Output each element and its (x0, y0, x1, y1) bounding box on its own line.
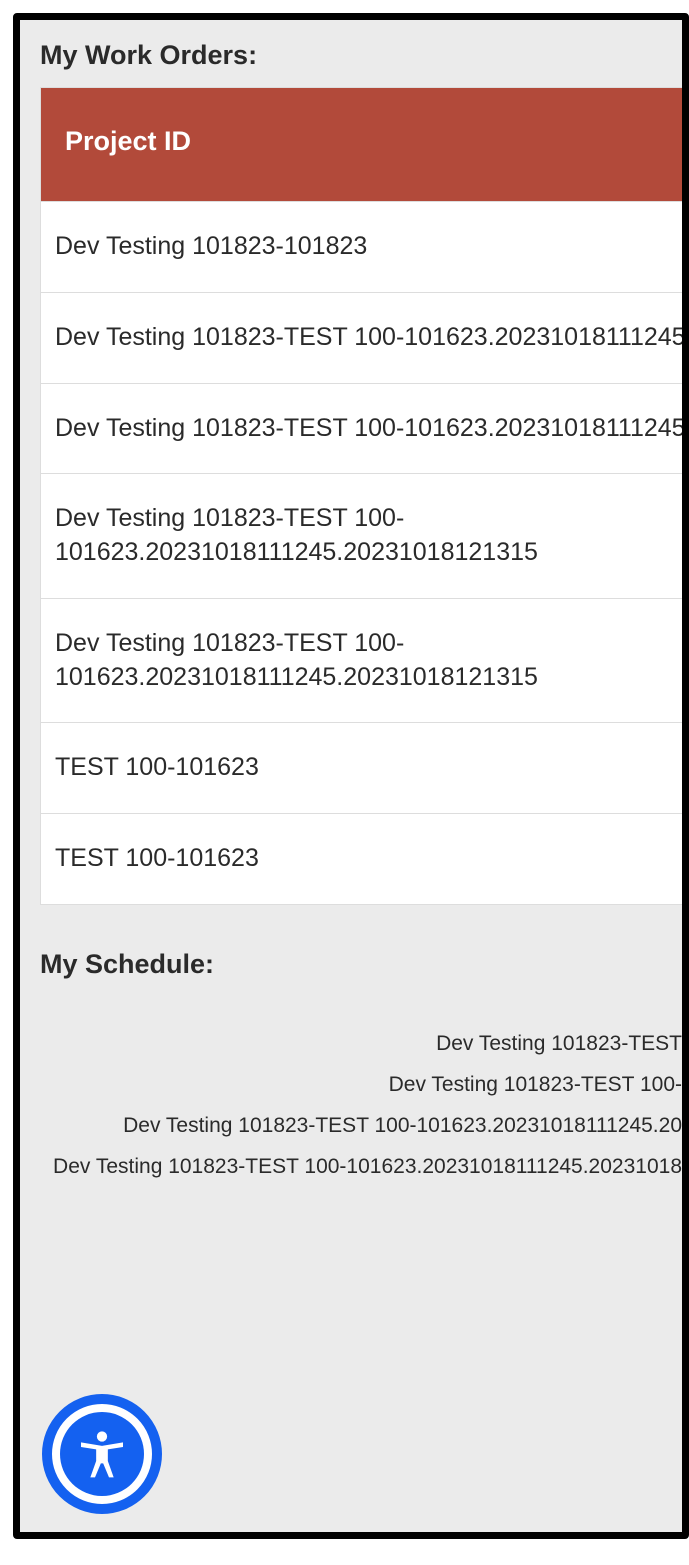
schedule-list: Dev Testing 101823-TEST Dev Testing 1018… (20, 1024, 682, 1188)
accessibility-inner (60, 1412, 144, 1496)
accessibility-icon (74, 1426, 130, 1482)
work-orders-table: Project ID Dev Testing 101823-101823 Dev… (40, 87, 689, 905)
table-row[interactable]: Dev Testing 101823-TEST 100-101623.20231… (41, 383, 689, 474)
schedule-item[interactable]: Dev Testing 101823-TEST 100- (20, 1065, 682, 1106)
table-row[interactable]: Dev Testing 101823-TEST 100-101623.20231… (41, 598, 689, 723)
table-row[interactable]: Dev Testing 101823-101823 (41, 201, 689, 292)
schedule-title: My Schedule: (20, 949, 682, 1024)
table-row[interactable]: TEST 100-101623 (41, 813, 689, 904)
table-row[interactable]: Dev Testing 101823-TEST 100-101623.20231… (41, 292, 689, 383)
table-row[interactable]: Dev Testing 101823-TEST 100-101623.20231… (41, 473, 689, 598)
schedule-item[interactable]: Dev Testing 101823-TEST (20, 1024, 682, 1065)
schedule-section: My Schedule: Dev Testing 101823-TEST Dev… (20, 905, 682, 1188)
app-frame: My Work Orders: Project ID Dev Testing 1… (13, 13, 689, 1539)
schedule-item[interactable]: Dev Testing 101823-TEST 100-101623.20231… (20, 1106, 682, 1147)
table-header-project-id[interactable]: Project ID (41, 88, 689, 201)
accessibility-button[interactable] (42, 1394, 162, 1514)
table-row[interactable]: TEST 100-101623 (41, 722, 689, 813)
schedule-item[interactable]: Dev Testing 101823-TEST 100-101623.20231… (20, 1147, 682, 1188)
work-orders-title: My Work Orders: (20, 40, 682, 87)
